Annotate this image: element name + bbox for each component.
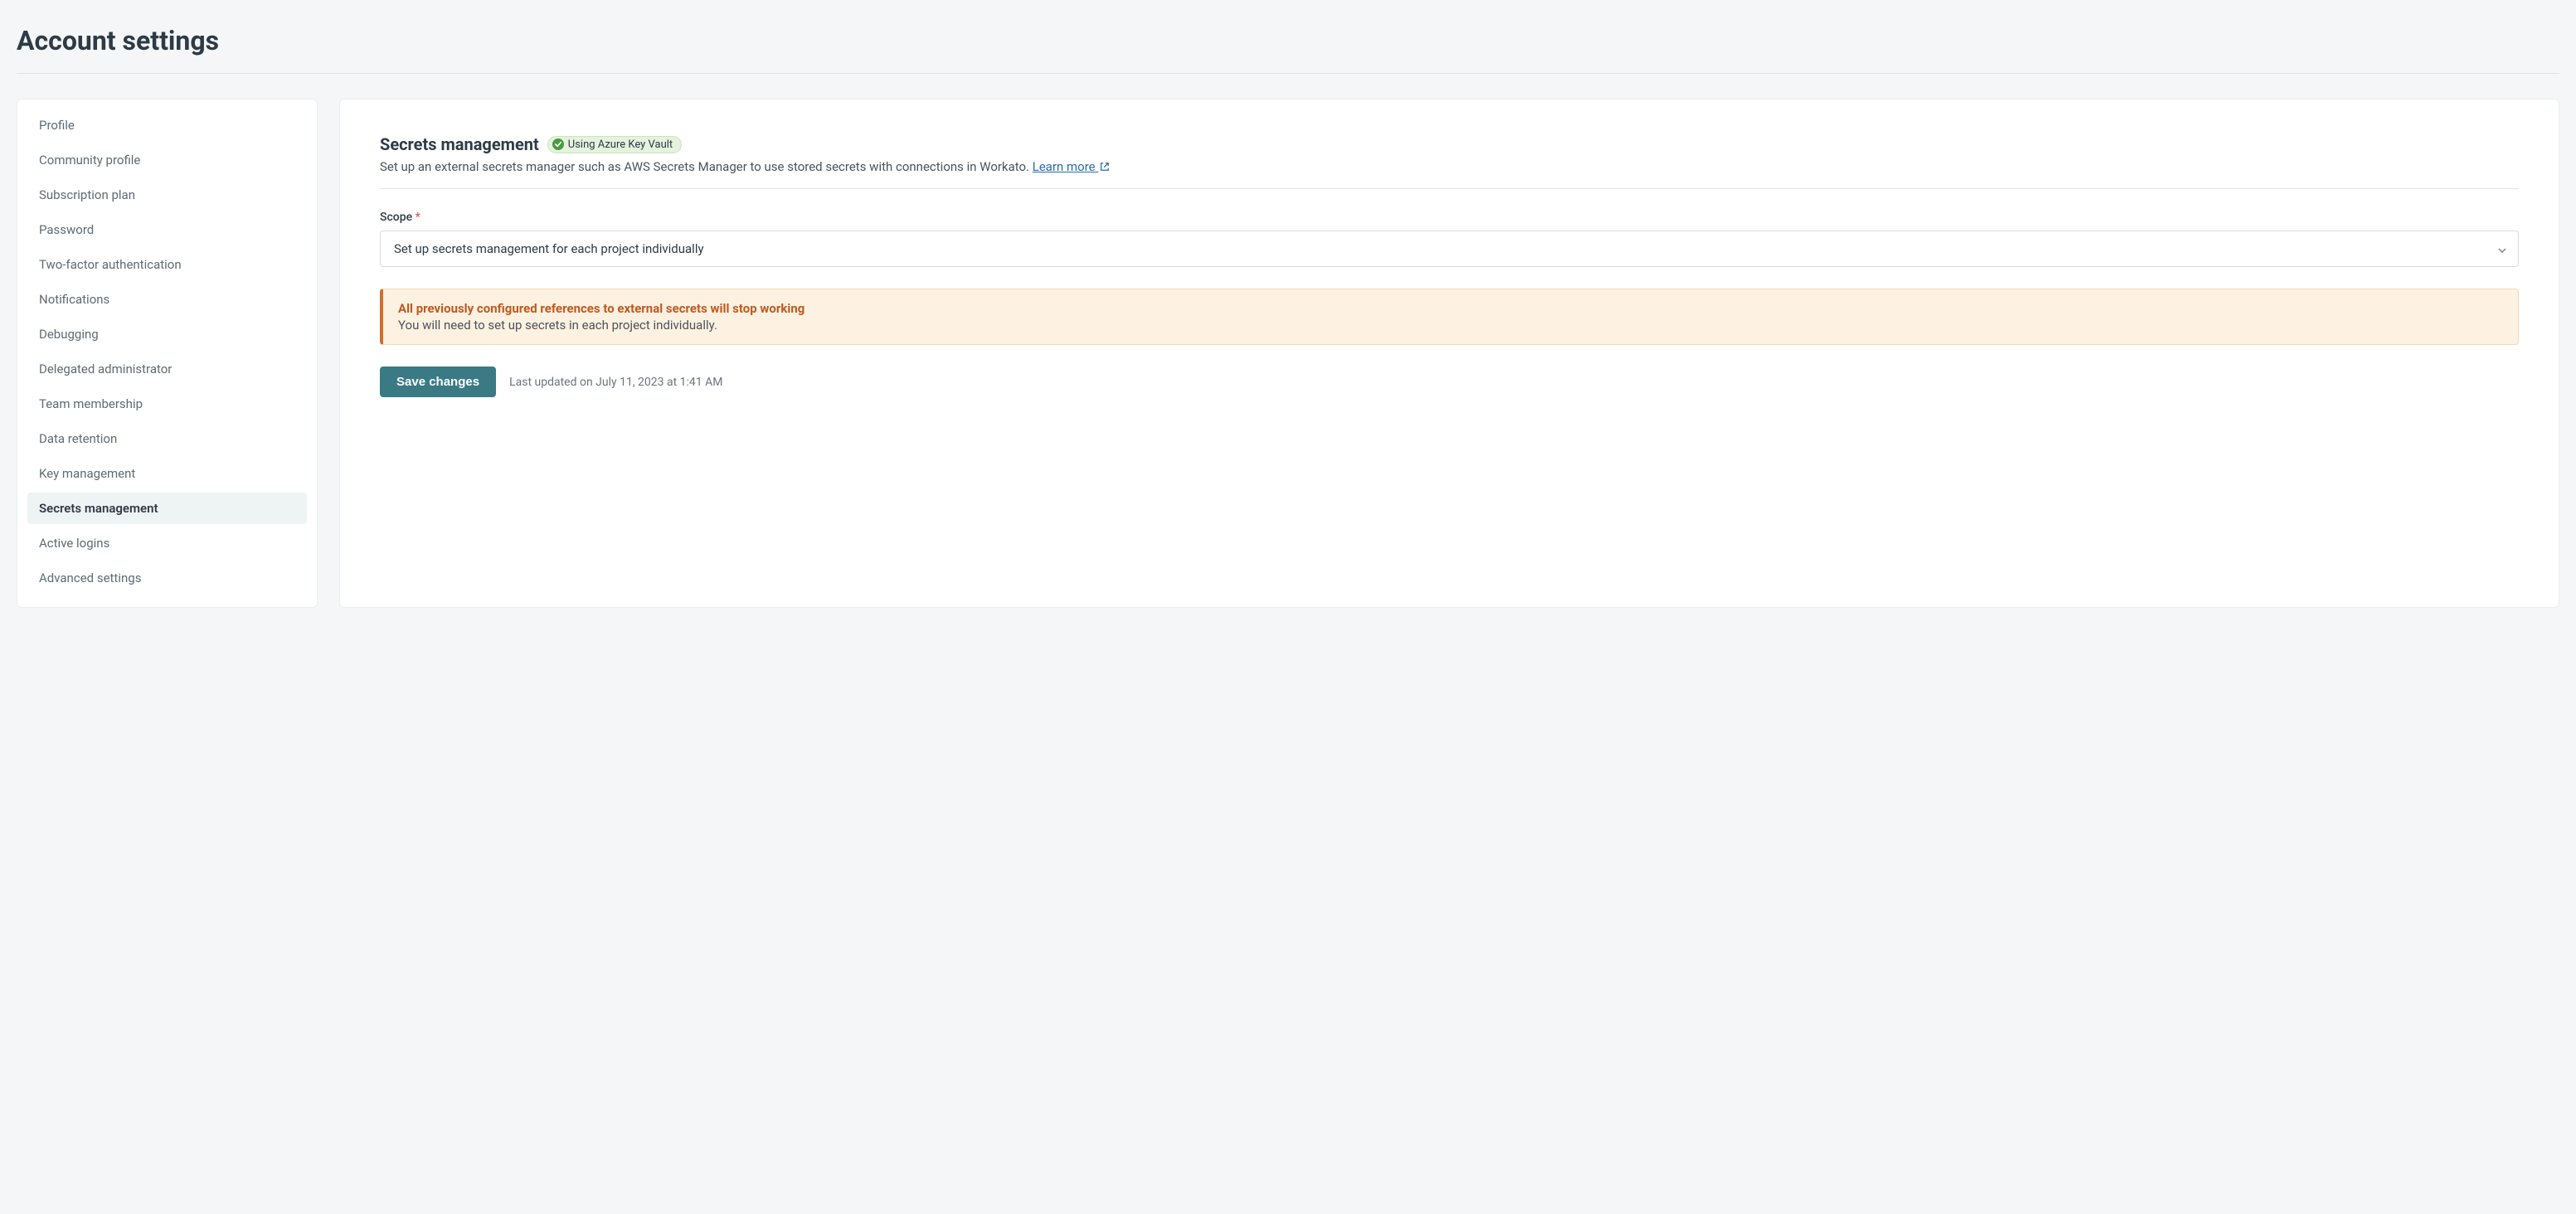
page-title: Account settings	[17, 17, 2559, 73]
sidebar-item-debugging[interactable]: Debugging	[27, 318, 307, 350]
sidebar-item-password[interactable]: Password	[27, 214, 307, 245]
sidebar-item-notifications[interactable]: Notifications	[27, 284, 307, 315]
sidebar-item-team-membership[interactable]: Team membership	[27, 388, 307, 420]
sidebar-item-advanced-settings[interactable]: Advanced settings	[27, 562, 307, 594]
scope-select[interactable]: Set up secrets management for each proje…	[380, 231, 2519, 267]
learn-more-label: Learn more	[1033, 159, 1096, 174]
scope-label-text: Scope	[380, 211, 412, 224]
external-link-icon	[1100, 160, 1110, 175]
last-updated-text: Last updated on July 11, 2023 at 1:41 AM	[509, 376, 722, 389]
section-description: Set up an external secrets manager such …	[380, 159, 2519, 175]
scope-label: Scope *	[380, 211, 2519, 224]
warning-box: All previously configured references to …	[380, 289, 2519, 345]
required-mark: *	[416, 211, 420, 224]
footer-row: Save changes Last updated on July 11, 20…	[380, 367, 2519, 397]
sidebar-item-delegated-administrator[interactable]: Delegated administrator	[27, 353, 307, 385]
section-header: Secrets management Using Azure Key Vault	[380, 134, 2519, 154]
scope-select-value: Set up secrets management for each proje…	[394, 241, 704, 256]
description-text: Set up an external secrets manager such …	[380, 159, 1033, 174]
learn-more-link[interactable]: Learn more	[1033, 159, 1111, 174]
status-badge: Using Azure Key Vault	[547, 136, 682, 153]
sidebar-item-community-profile[interactable]: Community profile	[27, 144, 307, 176]
check-icon	[552, 138, 564, 150]
section-title: Secrets management	[380, 134, 539, 154]
sidebar-item-two-factor-authentication[interactable]: Two-factor authentication	[27, 249, 307, 280]
section-divider	[380, 188, 2519, 189]
settings-sidebar: Profile Community profile Subscription p…	[17, 99, 318, 608]
warning-body: You will need to set up secrets in each …	[398, 318, 2503, 333]
caret-down-icon	[2498, 241, 2506, 256]
sidebar-item-active-logins[interactable]: Active logins	[27, 527, 307, 559]
sidebar-item-subscription-plan[interactable]: Subscription plan	[27, 179, 307, 211]
sidebar-item-data-retention[interactable]: Data retention	[27, 423, 307, 454]
content-card: Secrets management Using Azure Key Vault…	[339, 99, 2559, 608]
sidebar-item-key-management[interactable]: Key management	[27, 458, 307, 489]
sidebar-item-secrets-management[interactable]: Secrets management	[27, 493, 307, 524]
save-button[interactable]: Save changes	[380, 367, 496, 397]
page-divider	[17, 73, 2559, 74]
badge-label: Using Azure Key Vault	[568, 138, 673, 151]
sidebar-item-profile[interactable]: Profile	[27, 109, 307, 141]
warning-title: All previously configured references to …	[398, 301, 2503, 316]
